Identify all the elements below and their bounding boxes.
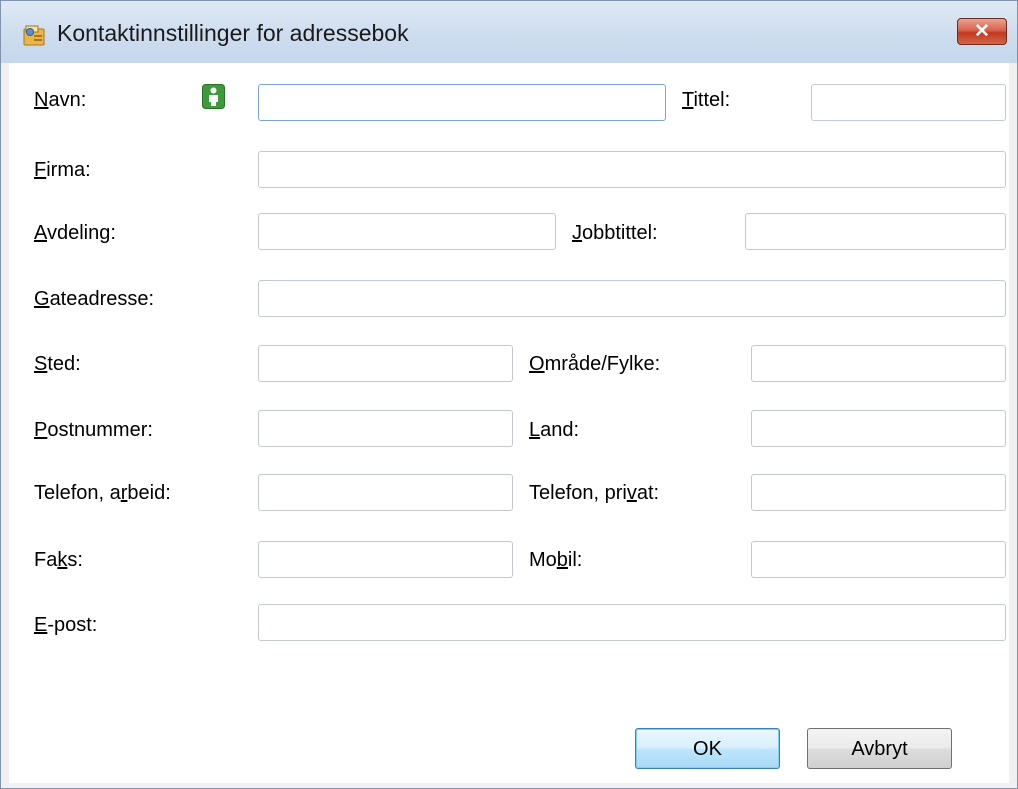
jobbtittel-label: Jobbtittel:: [572, 222, 658, 244]
window-title: Kontaktinnstillinger for adressebok: [57, 20, 409, 46]
firma-label: Firma:: [34, 159, 91, 181]
tittel-label: Tittel:: [682, 89, 731, 111]
telefon-privat-field[interactable]: [751, 474, 1006, 511]
contact-settings-dialog: Kontaktinnstillinger for adressebok ✕ Na…: [0, 0, 1018, 789]
jobbtittel-field[interactable]: [745, 213, 1006, 250]
faks-label: Faks:: [34, 549, 83, 571]
postnummer-field[interactable]: [258, 410, 513, 447]
person-icon[interactable]: [202, 84, 225, 109]
sted-field[interactable]: [258, 345, 513, 382]
omrade-fylke-label: Område/Fylke:: [529, 353, 661, 375]
title-bar: Kontaktinnstillinger for adressebok ✕: [1, 1, 1017, 63]
avdeling-label: Avdeling:: [34, 222, 116, 244]
epost-field[interactable]: [258, 604, 1006, 641]
land-label: Land:: [529, 419, 580, 441]
mobil-field[interactable]: [751, 541, 1006, 578]
gateadresse-label: Gateadresse:: [34, 288, 155, 310]
close-icon: ✕: [974, 21, 990, 42]
cancel-button[interactable]: Avbryt: [807, 728, 952, 769]
telefon-privat-label: Telefon, privat:: [529, 482, 660, 504]
navn-label: Navn:: [34, 89, 87, 111]
telefon-arbeid-label: Telefon, arbeid:: [34, 482, 171, 504]
ok-button[interactable]: OK: [635, 728, 780, 769]
mobil-label: Mobil:: [529, 549, 583, 571]
land-field[interactable]: [751, 410, 1006, 447]
tittel-field[interactable]: [811, 84, 1006, 121]
postnummer-label: Postnummer:: [34, 419, 153, 441]
gateadresse-field[interactable]: [258, 280, 1006, 317]
firma-field[interactable]: [258, 151, 1006, 188]
avdeling-field[interactable]: [258, 213, 556, 250]
address-book-icon: [23, 25, 45, 46]
omrade-fylke-field[interactable]: [751, 345, 1006, 382]
navn-field[interactable]: [258, 84, 666, 121]
faks-field[interactable]: [258, 541, 513, 578]
close-button[interactable]: ✕: [957, 18, 1007, 45]
epost-label: E-post:: [34, 614, 98, 636]
telefon-arbeid-field[interactable]: [258, 474, 513, 511]
sted-label: Sted:: [34, 353, 81, 375]
dialog-body: Navn: Tittel: Firma: Avdeling: Jobbtitte…: [9, 63, 1009, 783]
